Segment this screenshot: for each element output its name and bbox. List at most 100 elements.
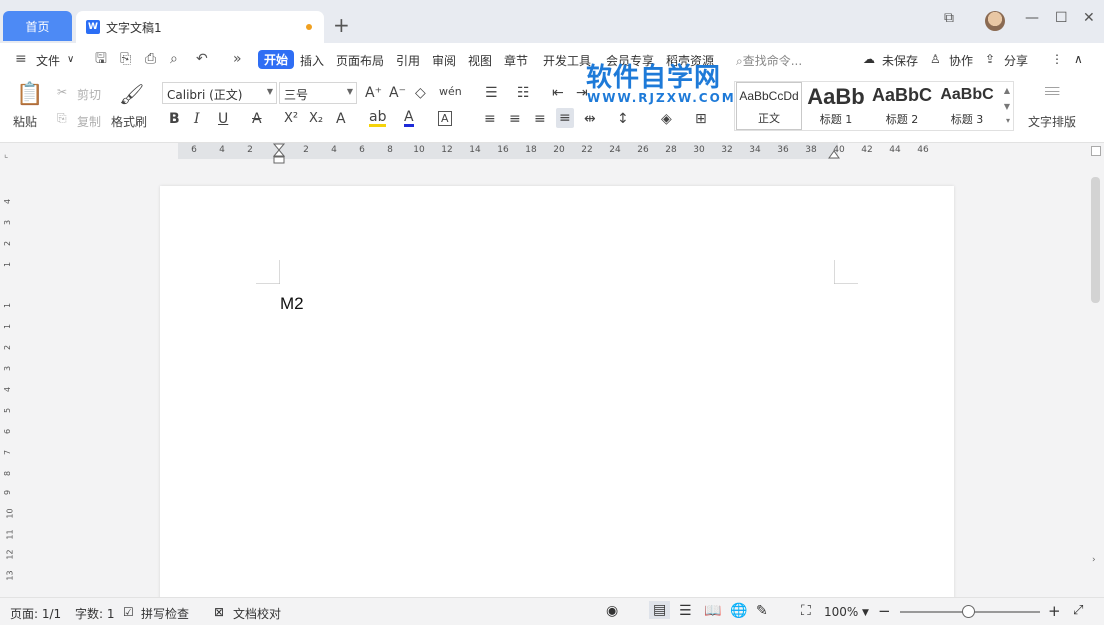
save-icon[interactable]: 🖫 bbox=[95, 51, 107, 67]
copy-icon[interactable]: ⎘ bbox=[57, 111, 67, 126]
tab-review[interactable]: 审阅 bbox=[432, 52, 456, 69]
styles-scroll-up-icon[interactable]: ▲ bbox=[1004, 86, 1010, 95]
numbered-list-icon[interactable]: ☷ bbox=[517, 85, 530, 101]
home-tab[interactable]: 首页 bbox=[3, 11, 72, 41]
right-indent-marker-icon[interactable] bbox=[828, 149, 840, 159]
bold-button[interactable]: B bbox=[169, 111, 180, 127]
eye-protection-icon[interactable]: ◉ bbox=[606, 603, 618, 619]
tab-stop-icon[interactable]: ⌞ bbox=[4, 150, 8, 160]
word-count[interactable]: 字数: 1 bbox=[75, 605, 115, 622]
zoom-level[interactable]: 100% bbox=[824, 605, 858, 619]
vertical-ruler[interactable]: 4 3 2 1 1 1 2 3 4 5 6 7 8 9 10 11 12 13 bbox=[0, 187, 16, 597]
undo-icon[interactable]: ↶ bbox=[196, 51, 208, 67]
document-body-text[interactable]: M2 bbox=[280, 294, 304, 314]
pinyin-guide-icon[interactable]: wén bbox=[439, 84, 462, 100]
cloud-icon[interactable]: ☁ bbox=[863, 52, 875, 66]
spell-check-button[interactable]: 拼写检查 bbox=[141, 605, 189, 622]
shading-icon[interactable]: ◈ bbox=[661, 111, 672, 127]
font-size-select[interactable]: 三号 ▼ bbox=[279, 82, 357, 104]
zoom-slider-handle[interactable] bbox=[962, 605, 975, 618]
char-border-icon[interactable]: A bbox=[438, 111, 452, 126]
export-pdf-icon[interactable]: ⎘ bbox=[120, 51, 131, 67]
font-family-select[interactable]: Calibri (正文) ▼ bbox=[162, 82, 277, 104]
style-normal[interactable]: AaBbCcDd 正文 bbox=[736, 82, 802, 130]
scrollbar-thumb[interactable] bbox=[1091, 177, 1100, 303]
align-center-icon[interactable]: ≡ bbox=[509, 111, 521, 127]
tab-page-layout[interactable]: 页面布局 bbox=[336, 52, 384, 69]
document-page[interactable]: M2 bbox=[160, 186, 954, 606]
page-counter[interactable]: 页面: 1/1 bbox=[10, 605, 61, 622]
zoom-in-button[interactable]: + bbox=[1048, 602, 1061, 620]
text-layout-button[interactable]: 文字排版 bbox=[1028, 113, 1076, 130]
borders-icon[interactable]: ⊞ bbox=[695, 111, 707, 127]
document-tab[interactable]: W 文字文稿1 bbox=[76, 11, 324, 43]
highlight-icon[interactable]: ab bbox=[369, 111, 386, 127]
indent-marker-icon[interactable] bbox=[273, 143, 285, 165]
style-heading-1[interactable]: AaBb 标题 1 bbox=[803, 82, 869, 130]
reading-mode-icon[interactable]: ⧉ bbox=[944, 10, 954, 26]
styles-scroll-down-icon[interactable]: ▼ bbox=[1004, 102, 1010, 111]
doc-proof-button[interactable]: 文档校对 bbox=[233, 605, 281, 622]
vertical-scrollbar[interactable]: › bbox=[1088, 143, 1104, 597]
reading-view-icon[interactable]: 📖 bbox=[704, 603, 721, 619]
subscript-button[interactable]: X₂ bbox=[309, 111, 323, 127]
collaborate-button[interactable]: 协作 bbox=[949, 52, 973, 69]
expand-panel-icon[interactable]: › bbox=[1092, 555, 1096, 565]
clear-format-icon[interactable]: ◇ bbox=[415, 85, 426, 101]
maximize-button[interactable]: ☐ bbox=[1055, 10, 1068, 26]
tab-home[interactable]: 开始 bbox=[258, 50, 294, 69]
font-color-icon[interactable]: A bbox=[404, 111, 414, 127]
zoom-out-button[interactable]: − bbox=[878, 602, 891, 620]
doc-proof-icon[interactable]: ⊠ bbox=[214, 605, 224, 619]
align-right-icon[interactable]: ≡ bbox=[534, 111, 546, 127]
cut-button[interactable]: 剪切 bbox=[77, 86, 101, 103]
tab-insert[interactable]: 插入 bbox=[300, 52, 324, 69]
tab-section[interactable]: 章节 bbox=[504, 52, 528, 69]
page-view-icon[interactable]: ▤ bbox=[649, 601, 670, 619]
strikethrough-button[interactable]: A bbox=[252, 111, 262, 127]
zoom-dropdown-icon[interactable]: ▼ bbox=[862, 608, 869, 618]
print-icon[interactable]: ⎙ bbox=[145, 51, 156, 67]
fullscreen-icon[interactable]: ⤢ bbox=[1073, 603, 1083, 618]
paste-button[interactable]: 粘贴 bbox=[13, 113, 37, 130]
decrease-indent-icon[interactable]: ⇤ bbox=[552, 85, 564, 101]
more-tools-icon[interactable]: » bbox=[233, 51, 242, 67]
align-left-icon[interactable]: ≡ bbox=[484, 111, 496, 127]
line-spacing-icon[interactable]: ↕ bbox=[617, 111, 629, 127]
collapse-ribbon-icon[interactable]: ∧ bbox=[1074, 52, 1083, 66]
grow-font-icon[interactable]: A⁺ bbox=[365, 85, 382, 101]
spell-check-icon[interactable]: ☑ bbox=[123, 605, 134, 619]
distributed-align-icon[interactable]: ⇹ bbox=[584, 111, 596, 127]
close-button[interactable]: ✕ bbox=[1083, 10, 1095, 26]
command-search[interactable]: ⌕查找命令... bbox=[736, 52, 802, 69]
styles-expand-icon[interactable]: ▾ bbox=[1006, 116, 1010, 125]
write-mode-icon[interactable]: ✎ bbox=[756, 603, 768, 619]
cut-icon[interactable]: ✂ bbox=[57, 85, 67, 99]
style-heading-2[interactable]: AaBbC 标题 2 bbox=[869, 82, 935, 130]
tab-references[interactable]: 引用 bbox=[396, 52, 420, 69]
text-effects-icon[interactable]: A bbox=[336, 111, 346, 127]
format-painter-icon[interactable]: 🖌 bbox=[119, 83, 144, 105]
new-tab-button[interactable]: + bbox=[333, 14, 350, 36]
print-preview-icon[interactable]: ⌕ bbox=[170, 51, 178, 67]
fit-page-icon[interactable]: ⛶ bbox=[801, 603, 811, 619]
split-view-icon[interactable] bbox=[1091, 146, 1101, 156]
file-menu-chevron-icon[interactable]: ∨ bbox=[67, 54, 74, 65]
paste-icon[interactable]: 📋 bbox=[16, 83, 43, 107]
horizontal-ruler[interactable]: 6 4 2 2 4 6 8 10 12 14 16 18 20 22 24 26… bbox=[0, 143, 1088, 159]
underline-button[interactable]: U bbox=[218, 111, 228, 127]
copy-button[interactable]: 复制 bbox=[77, 113, 101, 130]
shrink-font-icon[interactable]: A⁻ bbox=[389, 85, 406, 101]
collaborate-icon[interactable]: ♙ bbox=[930, 52, 941, 66]
minimize-button[interactable]: — bbox=[1025, 10, 1039, 26]
tab-developer[interactable]: 开发工具 bbox=[543, 52, 591, 69]
web-view-icon[interactable]: 🌐 bbox=[730, 603, 747, 619]
superscript-button[interactable]: X² bbox=[284, 111, 298, 127]
italic-button[interactable]: I bbox=[194, 111, 200, 127]
hamburger-icon[interactable]: ≡ bbox=[15, 51, 27, 67]
format-painter-button[interactable]: 格式刷 bbox=[111, 113, 147, 130]
style-heading-3[interactable]: AaBbC 标题 3 bbox=[934, 82, 1000, 130]
more-options-icon[interactable]: ⋮ bbox=[1051, 52, 1063, 66]
unsaved-status[interactable]: 未保存 bbox=[882, 52, 918, 69]
text-layout-icon[interactable]: 𝄘 bbox=[1045, 83, 1059, 103]
